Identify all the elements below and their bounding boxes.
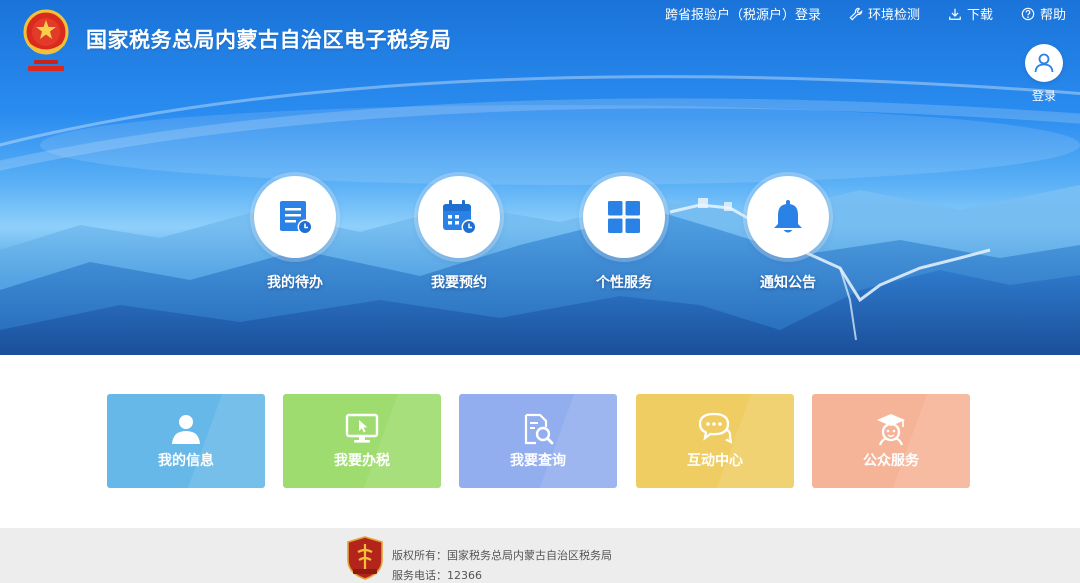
- top-nav: 跨省报验户（税源户）登录 环境检测 下载 帮助: [665, 4, 1066, 23]
- tax-emblem-logo[interactable]: [20, 8, 72, 74]
- hero-item-notice[interactable]: 通知公告: [728, 176, 848, 292]
- environment-check-link[interactable]: 环境检测: [849, 4, 920, 23]
- hero-item-personal-service[interactable]: 个性服务: [564, 176, 684, 292]
- login-button[interactable]: 登录: [1022, 44, 1066, 104]
- bell-icon: [774, 200, 802, 233]
- cross-province-login-link[interactable]: 跨省报验户（税源户）登录: [665, 4, 821, 23]
- tile-label: 互动中心: [687, 453, 743, 469]
- download-link[interactable]: 下载: [948, 4, 993, 23]
- hero-item-todo[interactable]: 我的待办: [235, 176, 355, 292]
- copyright-text: 版权所有：国家税务总局内蒙古自治区税务局: [392, 549, 612, 562]
- login-avatar: [1025, 44, 1063, 82]
- environment-check-label: 环境检测: [867, 8, 920, 23]
- calendar-clock-icon: [443, 200, 477, 235]
- footer-text: 版权所有：国家税务总局内蒙古自治区税务局 服务电话：12366: [392, 546, 612, 583]
- hero-label: 个性服务: [596, 275, 652, 291]
- graduate-icon: [877, 414, 905, 446]
- download-label: 下载: [966, 8, 993, 23]
- hero-banner: 国家税务总局内蒙古自治区电子税务局 跨省报验户（税源户）登录 环境检测 下载 帮…: [0, 0, 1080, 355]
- shield-badge-icon: [347, 536, 383, 580]
- hero-label: 我的待办: [267, 275, 323, 291]
- site-title: 国家税务总局内蒙古自治区电子税务局: [86, 28, 452, 52]
- tile-label: 公众服务: [863, 453, 919, 469]
- monitor-cursor-icon: [345, 413, 379, 443]
- hero-circle: [418, 176, 500, 258]
- tile-tax-handling[interactable]: 我要办税: [283, 394, 441, 488]
- tile-label: 我要办税: [334, 453, 390, 469]
- wrench-icon: [849, 7, 863, 20]
- user-icon: [172, 415, 200, 444]
- tile-public-service[interactable]: 公众服务: [812, 394, 970, 488]
- document-search-icon: [524, 413, 554, 445]
- help-link[interactable]: 帮助: [1021, 4, 1066, 23]
- help-label: 帮助: [1039, 8, 1066, 23]
- hero-label: 我要预约: [431, 275, 487, 291]
- help-icon: [1021, 7, 1035, 20]
- chat-bubbles-icon: [698, 412, 732, 444]
- tile-query[interactable]: 我要查询: [459, 394, 617, 488]
- login-label: 登录: [1031, 89, 1056, 103]
- hero-circle: [583, 176, 665, 258]
- todo-document-icon: [280, 201, 313, 235]
- tile-label: 我的信息: [158, 453, 214, 469]
- footer: 版权所有：国家税务总局内蒙古自治区税务局 服务电话：12366: [0, 528, 1080, 583]
- service-phone-text: 服务电话：12366: [392, 569, 482, 582]
- tile-label: 我要查询: [510, 453, 566, 469]
- hero-item-appointment[interactable]: 我要预约: [399, 176, 519, 292]
- tile-my-info[interactable]: 我的信息: [107, 394, 265, 488]
- hero-label: 通知公告: [760, 275, 816, 291]
- download-icon: [949, 8, 961, 20]
- cross-province-login-label: 跨省报验户（税源户）登录: [664, 8, 821, 23]
- hero-circle: [747, 176, 829, 258]
- hero-circle: [254, 176, 336, 258]
- user-avatar-icon: [1034, 53, 1054, 73]
- grid-icon: [608, 201, 640, 233]
- tile-interaction-center[interactable]: 互动中心: [636, 394, 794, 488]
